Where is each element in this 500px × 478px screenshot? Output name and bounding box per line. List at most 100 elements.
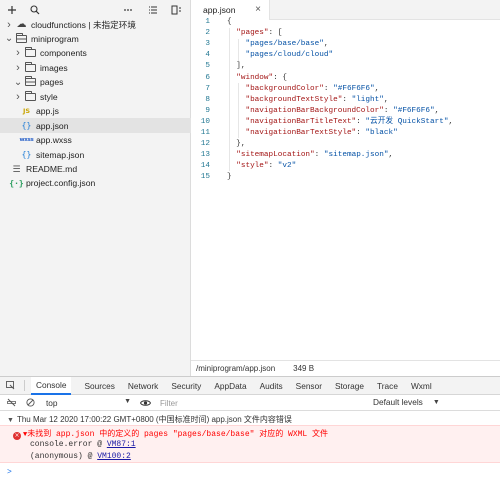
json-punctuation: : <box>314 151 324 160</box>
file-tree-label: README.md <box>26 164 78 174</box>
file-tree-item[interactable]: ⌄ miniprogram <box>0 31 191 46</box>
file-tree-item[interactable]: › ☁ cloudfunctions | 未指定环境 <box>0 17 191 32</box>
json-string: "sitemap.json" <box>323 151 389 160</box>
line-number: 10 <box>200 117 210 126</box>
file-tree-item[interactable]: › images <box>0 60 191 75</box>
code-line: 1{ <box>191 17 500 28</box>
stack-link[interactable]: VM87:1 <box>107 440 136 449</box>
line-number: 14 <box>200 162 210 171</box>
json-string: "云开发 QuickStart" <box>365 117 449 126</box>
chevron-right-icon[interactable]: › <box>14 91 22 103</box>
markdown-file-icon: ☰ <box>12 163 21 174</box>
code-text: { <box>227 17 232 28</box>
file-tree-label: pages <box>40 77 64 88</box>
tab-security[interactable]: Security <box>171 377 201 395</box>
file-tree-item[interactable]: {·} project.config.json <box>0 176 191 191</box>
editor-status-bar: /miniprogram/app.json 349 B <box>191 360 500 376</box>
file-tree-label: project.config.json <box>26 178 96 189</box>
tab-wxml[interactable]: Wxml <box>411 377 432 395</box>
json-key: "navigationBarTextStyle" <box>245 129 357 137</box>
prompt-icon: > <box>7 468 12 477</box>
folder-open-icon <box>25 76 36 87</box>
json-key: "sitemapLocation" <box>236 151 315 160</box>
indent-guide <box>229 28 230 171</box>
json-string: "pages/base/base" <box>245 40 324 49</box>
file-size: 349 B <box>293 364 315 373</box>
json-string: "#F6F6F6" <box>393 106 435 115</box>
line-number: 11 <box>200 129 210 137</box>
more-icon[interactable] <box>121 3 135 17</box>
indent-guide <box>238 39 239 61</box>
file-tree-item[interactable]: ⌄ pages <box>0 75 191 90</box>
code-text: "backgroundTextStyle": "light", <box>227 95 389 106</box>
json-file-icon: {} <box>21 150 32 160</box>
code-line: 14 "style": "v2" <box>191 161 500 172</box>
code-text: } <box>227 172 232 183</box>
folder-icon <box>25 90 36 101</box>
code-line: 2 "pages": [ <box>191 28 500 39</box>
file-tree-item[interactable]: {} app.json <box>0 118 191 134</box>
file-tree-item[interactable]: ☰ README.md <box>0 162 191 177</box>
context-value: top <box>46 398 58 408</box>
chevron-down-icon[interactable]: ⌄ <box>14 77 22 87</box>
file-tree-label: app.json <box>36 120 69 131</box>
block-icon[interactable] <box>26 398 35 407</box>
devtools-panel: Console Sources Network Security AppData Audi… <box>0 376 500 478</box>
chevron-right-icon[interactable]: › <box>14 47 22 59</box>
filter-input[interactable] <box>160 397 360 409</box>
code-text: "navigationBarTextStyle": "black" <box>227 128 397 139</box>
line-number: 8 <box>205 95 210 104</box>
file-tree-label: cloudfunctions | 未指定环境 <box>31 19 136 30</box>
list-icon[interactable] <box>146 3 160 17</box>
log-levels-select[interactable]: Default levels ▼ <box>373 397 440 407</box>
tab-label: app.json <box>203 5 236 15</box>
tab-sources[interactable]: Sources <box>84 377 114 395</box>
json-punctuation: , <box>383 95 389 104</box>
json-punctuation: , <box>434 106 440 115</box>
line-number: 12 <box>200 140 210 149</box>
line-number: 13 <box>200 151 210 160</box>
close-icon[interactable]: × <box>255 4 261 15</box>
json-punctuation: , <box>323 40 329 49</box>
clear-console-icon[interactable] <box>7 398 16 407</box>
file-tree-item[interactable]: › components <box>0 46 191 61</box>
tab-sensor[interactable]: Sensor <box>296 377 322 395</box>
stack-link[interactable]: VM100:2 <box>97 452 131 461</box>
error-line: × ▼未找到 app.json 中的定义的 pages "pages/base/b… <box>13 428 500 440</box>
json-string: "v2" <box>277 162 297 171</box>
split-icon[interactable] <box>169 3 183 17</box>
search-icon[interactable] <box>28 3 42 17</box>
file-tree-item[interactable]: JS app.js <box>0 104 191 119</box>
file-tree-item[interactable]: › style <box>0 89 191 104</box>
json-punctuation: : <box>268 162 278 171</box>
json-punctuation: } <box>227 173 232 182</box>
tab-audits[interactable]: Audits <box>260 377 283 395</box>
tab-trace[interactable]: Trace <box>377 377 398 395</box>
indent-guide <box>238 83 239 138</box>
tab-console[interactable]: Console <box>31 376 72 395</box>
code-text: "style": "v2" <box>227 161 296 172</box>
tab-network[interactable]: Network <box>128 377 158 395</box>
tab-storage[interactable]: Storage <box>335 377 364 395</box>
context-select[interactable]: top ▼ <box>43 397 133 409</box>
chevron-right-icon[interactable]: › <box>5 19 13 31</box>
chevron-right-icon[interactable]: › <box>14 62 22 74</box>
plus-icon[interactable] <box>5 3 19 17</box>
chevron-down-icon[interactable]: ⌄ <box>5 34 13 44</box>
inspect-icon[interactable] <box>6 381 15 390</box>
log-group-header[interactable]: ▼ Thu Mar 12 2020 17:00:22 GMT+0800 (中国标准… <box>7 414 500 425</box>
eye-icon[interactable] <box>139 397 151 409</box>
file-tree-item[interactable]: {} sitemap.json <box>0 147 191 162</box>
tab-appdata[interactable]: AppData <box>214 377 246 395</box>
file-tree-label: style <box>40 91 58 102</box>
error-icon: × <box>13 432 21 440</box>
file-tree-item[interactable]: wxss app.wxss <box>0 133 191 148</box>
stack-frame: console.error @ VM87:1 <box>30 440 500 449</box>
console-prompt[interactable]: > <box>7 468 500 477</box>
json-punctuation: , <box>374 84 380 93</box>
console-toolbar: top ▼ Default levels ▼ <box>0 395 500 411</box>
